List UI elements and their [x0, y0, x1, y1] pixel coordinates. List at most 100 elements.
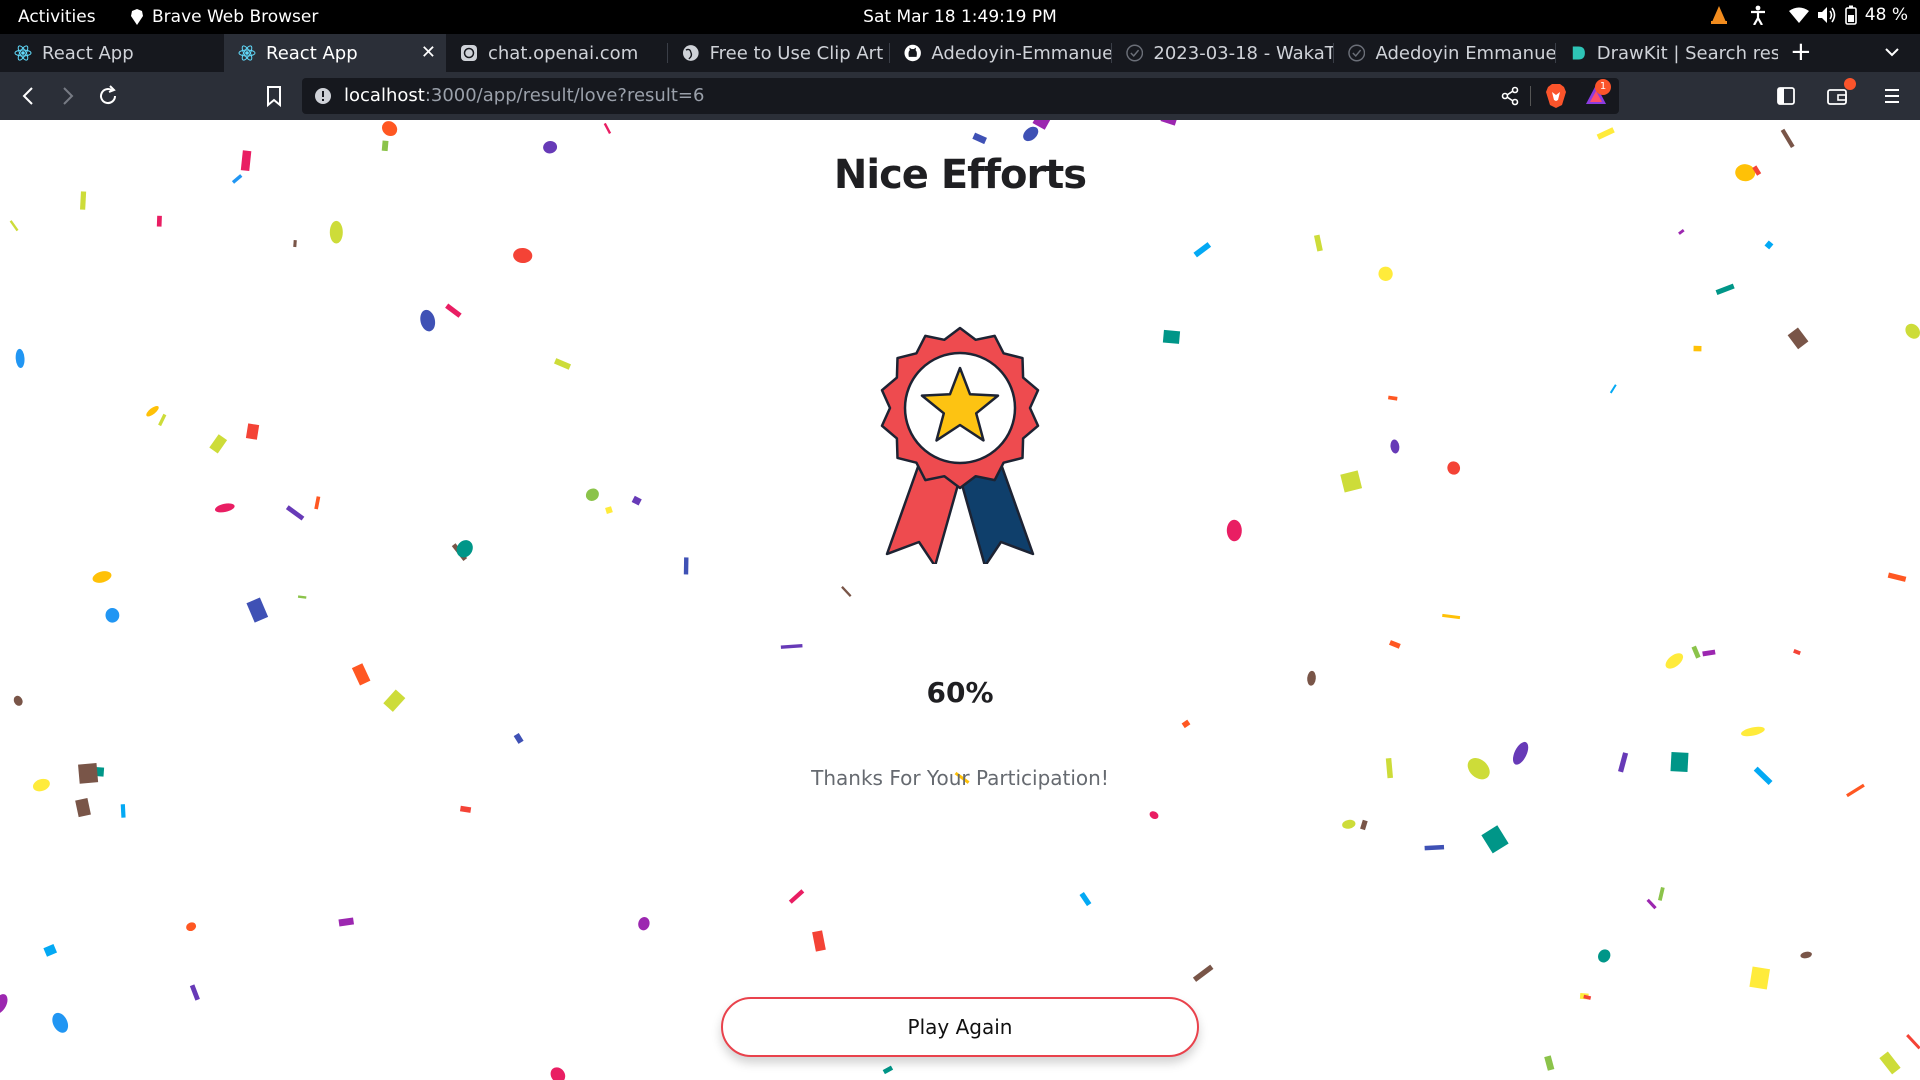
brave-rewards-button[interactable]: 1: [1585, 79, 1611, 111]
confetti-piece: [585, 488, 599, 501]
confetti-piece: [1678, 228, 1685, 235]
tab-react-app-2[interactable]: React App ✕: [224, 34, 446, 72]
confetti-piece: [1887, 572, 1907, 582]
confetti-piece: [1544, 1055, 1555, 1071]
new-tab-button[interactable]: +: [1790, 37, 1812, 67]
wakatime-icon: [1126, 44, 1144, 62]
globe-icon: [682, 45, 699, 61]
confetti-piece: [52, 1012, 69, 1033]
site-info-icon[interactable]: [314, 87, 332, 105]
chevron-down-icon[interactable]: [1882, 42, 1902, 62]
confetti-piece: [513, 247, 533, 264]
confetti-piece: [841, 586, 852, 597]
clock[interactable]: Sat Mar 18 1:49:19 PM: [0, 7, 1920, 27]
tab-wakatime-1[interactable]: 2023-03-18 - WakaTi: [1112, 34, 1334, 72]
reload-icon[interactable]: [96, 84, 120, 108]
confetti-piece: [1442, 613, 1461, 620]
address-bar[interactable]: localhost:3000/app/result/love?result=6 …: [302, 78, 1619, 114]
confetti-layer: [0, 120, 1920, 1080]
bookmark-icon[interactable]: [264, 84, 284, 108]
browser-toolbar: localhost:3000/app/result/love?result=6 …: [0, 72, 1920, 120]
vlc-icon: [1710, 6, 1727, 24]
tab-title: React App: [266, 42, 358, 64]
menu-icon[interactable]: [1882, 84, 1902, 108]
react-icon: [238, 45, 256, 61]
openai-icon: [461, 45, 477, 61]
volume-icon: [1817, 7, 1836, 23]
confetti-piece: [186, 922, 197, 932]
confetti-piece: [1181, 719, 1191, 729]
tab-react-app-1[interactable]: React App: [0, 34, 224, 72]
confetti-piece: [1390, 439, 1400, 454]
confetti-piece: [382, 121, 398, 137]
confetti-piece: [297, 595, 307, 599]
status-cluster[interactable]: 48 %: [1788, 5, 1908, 25]
confetti-piece: [1800, 951, 1812, 959]
brave-shields-icon[interactable]: [1545, 83, 1567, 109]
forward-icon[interactable]: [58, 84, 78, 108]
close-tab-icon[interactable]: ✕: [421, 42, 436, 63]
play-again-button[interactable]: Play Again: [721, 997, 1199, 1057]
tab-github[interactable]: Adedoyin-Emmanuel: [890, 34, 1112, 72]
confetti-piece: [1793, 648, 1801, 656]
confetti-piece: [0, 994, 8, 1014]
confetti-piece: [1340, 470, 1363, 493]
address-bar-divider: [1530, 86, 1531, 106]
url-host: localhost: [344, 85, 425, 106]
tab-clip-art[interactable]: Free to Use Clip Art I: [668, 34, 890, 72]
confetti-piece: [638, 917, 650, 931]
confetti-piece: [1389, 640, 1401, 649]
confetti-piece: [1702, 649, 1716, 657]
system-top-bar: Activities Brave Web Browser Sat Mar 18 …: [0, 0, 1920, 34]
wallet-button[interactable]: [1826, 78, 1856, 112]
confetti-piece: [456, 540, 473, 558]
tab-strip: React App React App ✕ chat.openai.com Fr…: [0, 34, 1920, 72]
award-ribbon-icon: [880, 326, 1040, 564]
back-icon[interactable]: [18, 84, 38, 108]
confetti-piece: [1160, 120, 1177, 126]
confetti-piece: [1342, 819, 1356, 829]
tab-title: Adedoyin Emmanuel: [1375, 42, 1556, 64]
tab-chat-openai[interactable]: chat.openai.com: [446, 34, 668, 72]
system-tray[interactable]: 48 %: [1710, 5, 1908, 25]
confetti-piece: [1079, 892, 1092, 907]
confetti-piece: [214, 503, 235, 513]
confetti-piece: [146, 405, 159, 417]
confetti-piece: [1764, 240, 1774, 250]
tab-wakatime-2[interactable]: Adedoyin Emmanuel: [1334, 34, 1556, 72]
confetti-piece: [1665, 653, 1684, 669]
wallet-notification-dot: [1844, 78, 1856, 90]
confetti-piece: [459, 805, 472, 813]
tab-drawkit[interactable]: DrawKit | Search resu: [1556, 34, 1778, 72]
confetti-piece: [381, 140, 389, 152]
thanks-message: Thanks For Your Participation!: [811, 766, 1109, 790]
confetti-piece: [75, 798, 91, 818]
confetti-piece: [1481, 825, 1509, 854]
confetti-piece: [9, 220, 19, 232]
confetti-piece: [245, 423, 260, 440]
url-path: :3000/app/result/love?result=6: [424, 85, 705, 106]
wifi-icon: [1788, 7, 1809, 23]
confetti-piece: [788, 889, 805, 904]
confetti-piece: [1646, 898, 1657, 910]
tab-title: React App: [42, 42, 134, 64]
confetti-piece: [1579, 993, 1589, 1000]
confetti-piece: [1360, 819, 1368, 831]
confetti-piece: [683, 557, 689, 575]
confetti-piece: [1226, 519, 1242, 542]
confetti-piece: [209, 434, 228, 454]
url-text[interactable]: localhost:3000/app/result/love?result=6: [344, 85, 704, 106]
confetti-piece: [1879, 1051, 1901, 1075]
score-percentage: 60%: [926, 676, 994, 709]
confetti-piece: [780, 644, 803, 649]
confetti-piece: [1583, 994, 1592, 1000]
accessibility-icon: [1750, 5, 1765, 25]
confetti-piece: [338, 917, 354, 927]
battery-percent: 48 %: [1864, 5, 1908, 25]
confetti-piece: [156, 215, 162, 227]
confetti-piece: [1715, 283, 1735, 296]
share-icon[interactable]: [1501, 86, 1519, 106]
sidebar-toggle-icon[interactable]: [1776, 84, 1796, 108]
page-content: Nice Efforts 60% Thanks For Your Partici…: [0, 120, 1920, 1080]
tab-title: Adedoyin-Emmanuel: [931, 42, 1112, 64]
